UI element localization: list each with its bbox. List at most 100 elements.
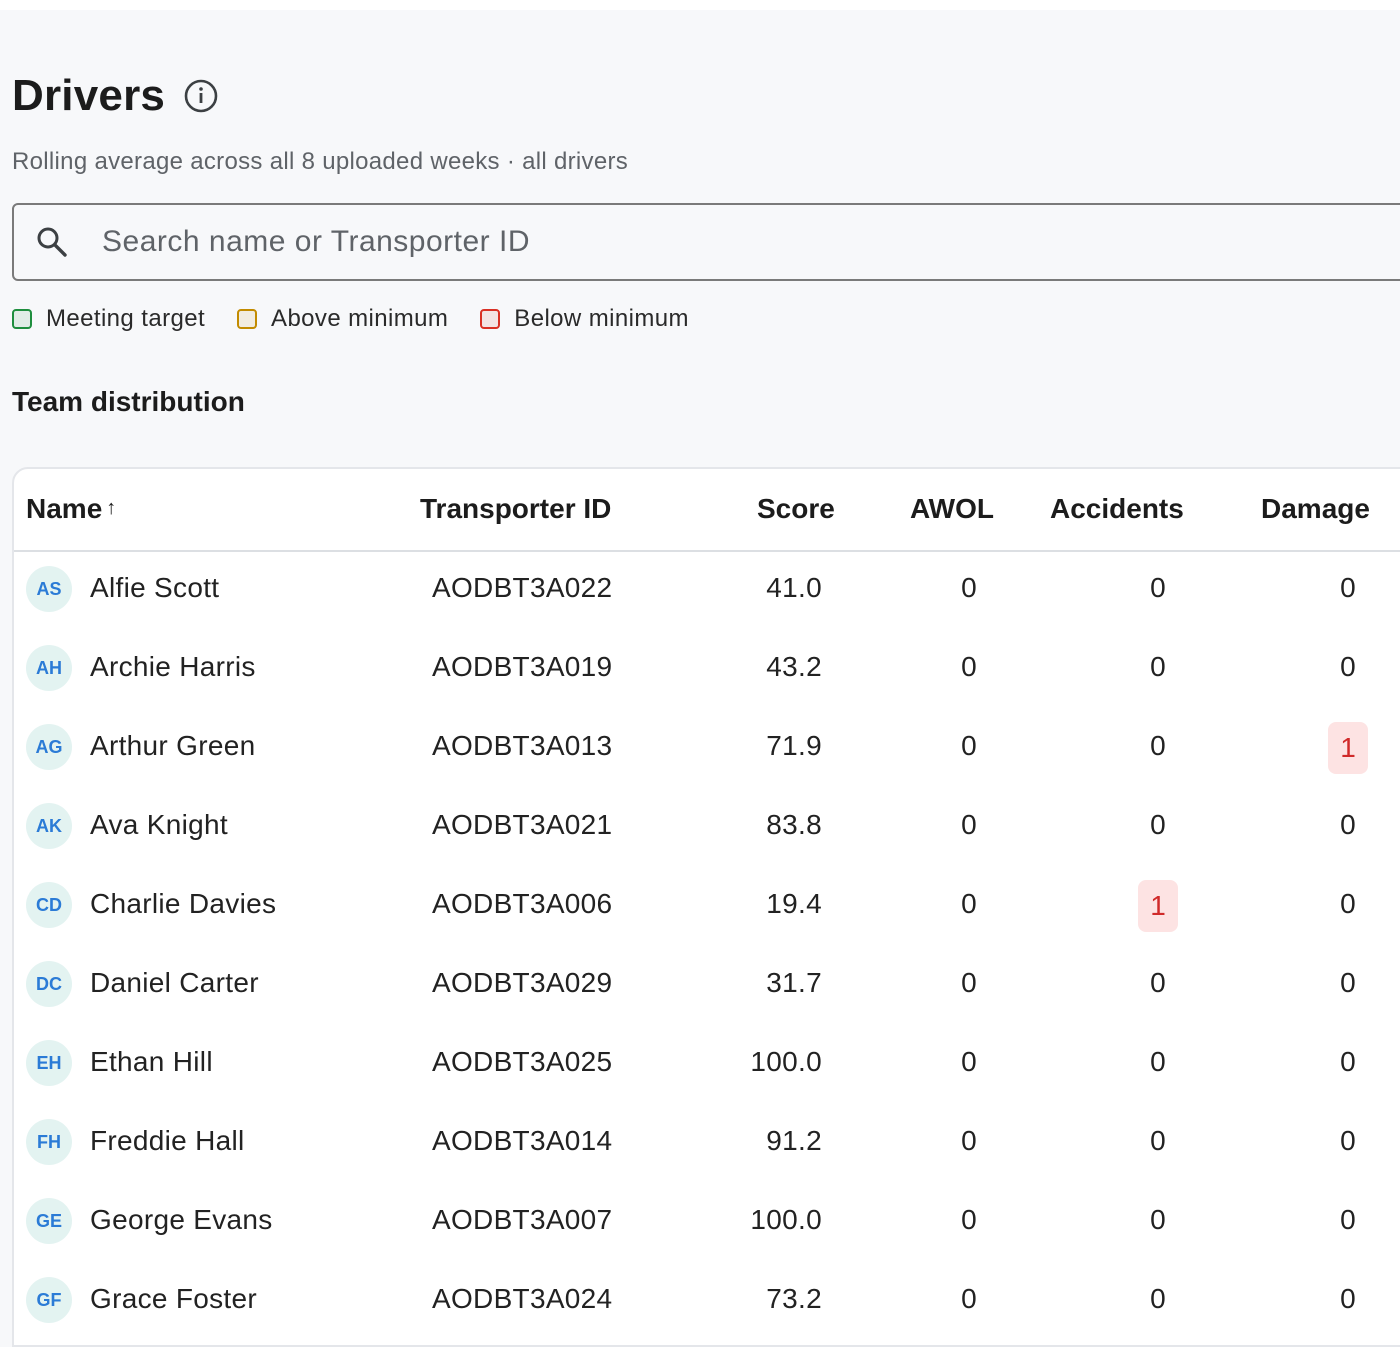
column-header-damage[interactable]: Damage <box>1261 493 1370 525</box>
avatar: AH <box>26 645 72 691</box>
page-subtitle: Rolling average across all 8 uploaded we… <box>12 148 629 175</box>
driver-name: Arthur Green <box>90 730 256 761</box>
table-row[interactable]: AH Archie Harris AODBT3A019 43.2 0 0 0 <box>14 629 1400 708</box>
damage-value: 0 <box>1340 651 1356 682</box>
accidents-value: 0 <box>1150 1125 1166 1156</box>
avatar: GF <box>26 1277 72 1323</box>
accidents-alert-badge: 1 <box>1138 880 1178 932</box>
avatar: AK <box>26 803 72 849</box>
column-header-name-label: Name <box>26 493 103 524</box>
transporter-id: AODBT3A013 <box>432 730 613 761</box>
avatar: CD <box>26 882 72 928</box>
awol-value: 0 <box>961 730 977 761</box>
info-icon[interactable] <box>183 78 219 114</box>
awol-value: 0 <box>961 1046 977 1077</box>
legend-swatch <box>12 309 32 329</box>
legend-item: Below minimum <box>480 305 689 333</box>
awol-value: 0 <box>961 1283 977 1314</box>
score-value: 100.0 <box>750 1046 822 1077</box>
accidents-value: 0 <box>1150 1046 1166 1077</box>
column-header-transporter-id[interactable]: Transporter ID <box>420 493 611 525</box>
awol-value: 0 <box>961 888 977 919</box>
page-header: Drivers <box>12 66 219 126</box>
table-row[interactable]: AS Alfie Scott AODBT3A022 41.0 0 0 0 <box>14 550 1400 629</box>
accidents-value: 0 <box>1150 967 1166 998</box>
search-icon <box>34 224 70 260</box>
transporter-id: AODBT3A006 <box>432 888 613 919</box>
damage-value: 0 <box>1340 809 1356 840</box>
column-header-score[interactable]: Score <box>757 493 835 525</box>
transporter-id: AODBT3A024 <box>432 1283 613 1314</box>
column-header-awol[interactable]: AWOL <box>910 493 994 525</box>
table-row[interactable]: DC Daniel Carter AODBT3A029 31.7 0 0 0 <box>14 945 1400 1024</box>
damage-value: 0 <box>1340 1283 1356 1314</box>
legend-item: Above minimum <box>237 305 448 333</box>
legend-label: Below minimum <box>514 305 689 332</box>
accidents-value: 0 <box>1150 651 1166 682</box>
transporter-id: AODBT3A007 <box>432 1204 613 1235</box>
avatar: GE <box>26 1198 72 1244</box>
accidents-value: 0 <box>1150 809 1166 840</box>
driver-name: George Evans <box>90 1204 273 1235</box>
transporter-id: AODBT3A025 <box>432 1046 613 1077</box>
legend-label: Meeting target <box>46 305 206 332</box>
driver-name: Alfie Scott <box>90 572 220 603</box>
damage-value: 0 <box>1340 1125 1356 1156</box>
search-bar[interactable] <box>12 203 1400 281</box>
damage-value: 0 <box>1340 888 1356 919</box>
score-value: 73.2 <box>766 1283 822 1314</box>
transporter-id: AODBT3A019 <box>432 651 613 682</box>
avatar: EH <box>26 1040 72 1086</box>
driver-name: Grace Foster <box>90 1283 257 1314</box>
table-row[interactable]: EH Ethan Hill AODBT3A025 100.0 0 0 0 <box>14 1024 1400 1103</box>
column-header-accidents[interactable]: Accidents <box>1050 493 1184 525</box>
score-value: 43.2 <box>766 651 822 682</box>
legend-item: Meeting target <box>12 305 205 333</box>
transporter-id: AODBT3A021 <box>432 809 613 840</box>
awol-value: 0 <box>961 967 977 998</box>
table-row[interactable]: AK Ava Knight AODBT3A021 83.8 0 0 0 <box>14 787 1400 866</box>
damage-alert-badge: 1 <box>1328 722 1368 774</box>
accidents-value: 0 <box>1150 730 1166 761</box>
damage-value: 0 <box>1340 1046 1356 1077</box>
damage-value: 0 <box>1340 1204 1356 1235</box>
accidents-value: 0 <box>1150 572 1166 603</box>
awol-value: 0 <box>961 572 977 603</box>
table-row[interactable]: FH Freddie Hall AODBT3A014 91.2 0 0 0 <box>14 1103 1400 1182</box>
table-row[interactable]: GF Grace Foster AODBT3A024 73.2 0 0 0 <box>14 1261 1400 1340</box>
avatar: AG <box>26 724 72 770</box>
awol-value: 0 <box>961 1204 977 1235</box>
column-header-name[interactable]: Name ↑ <box>26 493 116 525</box>
section-title: Team distribution <box>12 386 245 417</box>
transporter-id: AODBT3A029 <box>432 967 613 998</box>
legend-swatch <box>480 309 501 329</box>
accidents-value: 0 <box>1150 1283 1166 1314</box>
driver-name: Freddie Hall <box>90 1125 245 1156</box>
damage-value: 0 <box>1340 572 1356 603</box>
score-value: 91.2 <box>766 1125 822 1156</box>
table-row[interactable]: AG Arthur Green AODBT3A013 71.9 0 0 1 <box>14 708 1400 787</box>
search-input[interactable] <box>100 224 1204 260</box>
accidents-value: 0 <box>1150 1204 1166 1235</box>
score-value: 31.7 <box>766 967 822 998</box>
score-value: 71.9 <box>766 730 822 761</box>
legend-label: Above minimum <box>271 305 449 332</box>
damage-value: 0 <box>1340 967 1356 998</box>
awol-value: 0 <box>961 1125 977 1156</box>
score-value: 41.0 <box>766 572 822 603</box>
drivers-table: Name ↑ Transporter ID Score AWOL Accident… <box>12 467 1400 1347</box>
score-value: 19.4 <box>766 888 822 919</box>
score-value: 100.0 <box>750 1204 822 1235</box>
table-row[interactable]: CD Charlie Davies AODBT3A006 19.4 0 1 0 <box>14 866 1400 945</box>
table-header: Name ↑ Transporter ID Score AWOL Accident… <box>14 469 1400 552</box>
driver-name: Archie Harris <box>90 651 256 682</box>
avatar: AS <box>26 566 72 612</box>
driver-name: Ava Knight <box>90 809 228 840</box>
driver-name: Daniel Carter <box>90 967 259 998</box>
table-row[interactable]: GE George Evans AODBT3A007 100.0 0 0 0 <box>14 1182 1400 1261</box>
legend: Meeting target Above minimum Below minimum <box>12 305 721 333</box>
awol-value: 0 <box>961 651 977 682</box>
legend-swatch <box>237 309 258 329</box>
transporter-id: AODBT3A022 <box>432 572 613 603</box>
driver-name: Ethan Hill <box>90 1046 213 1077</box>
